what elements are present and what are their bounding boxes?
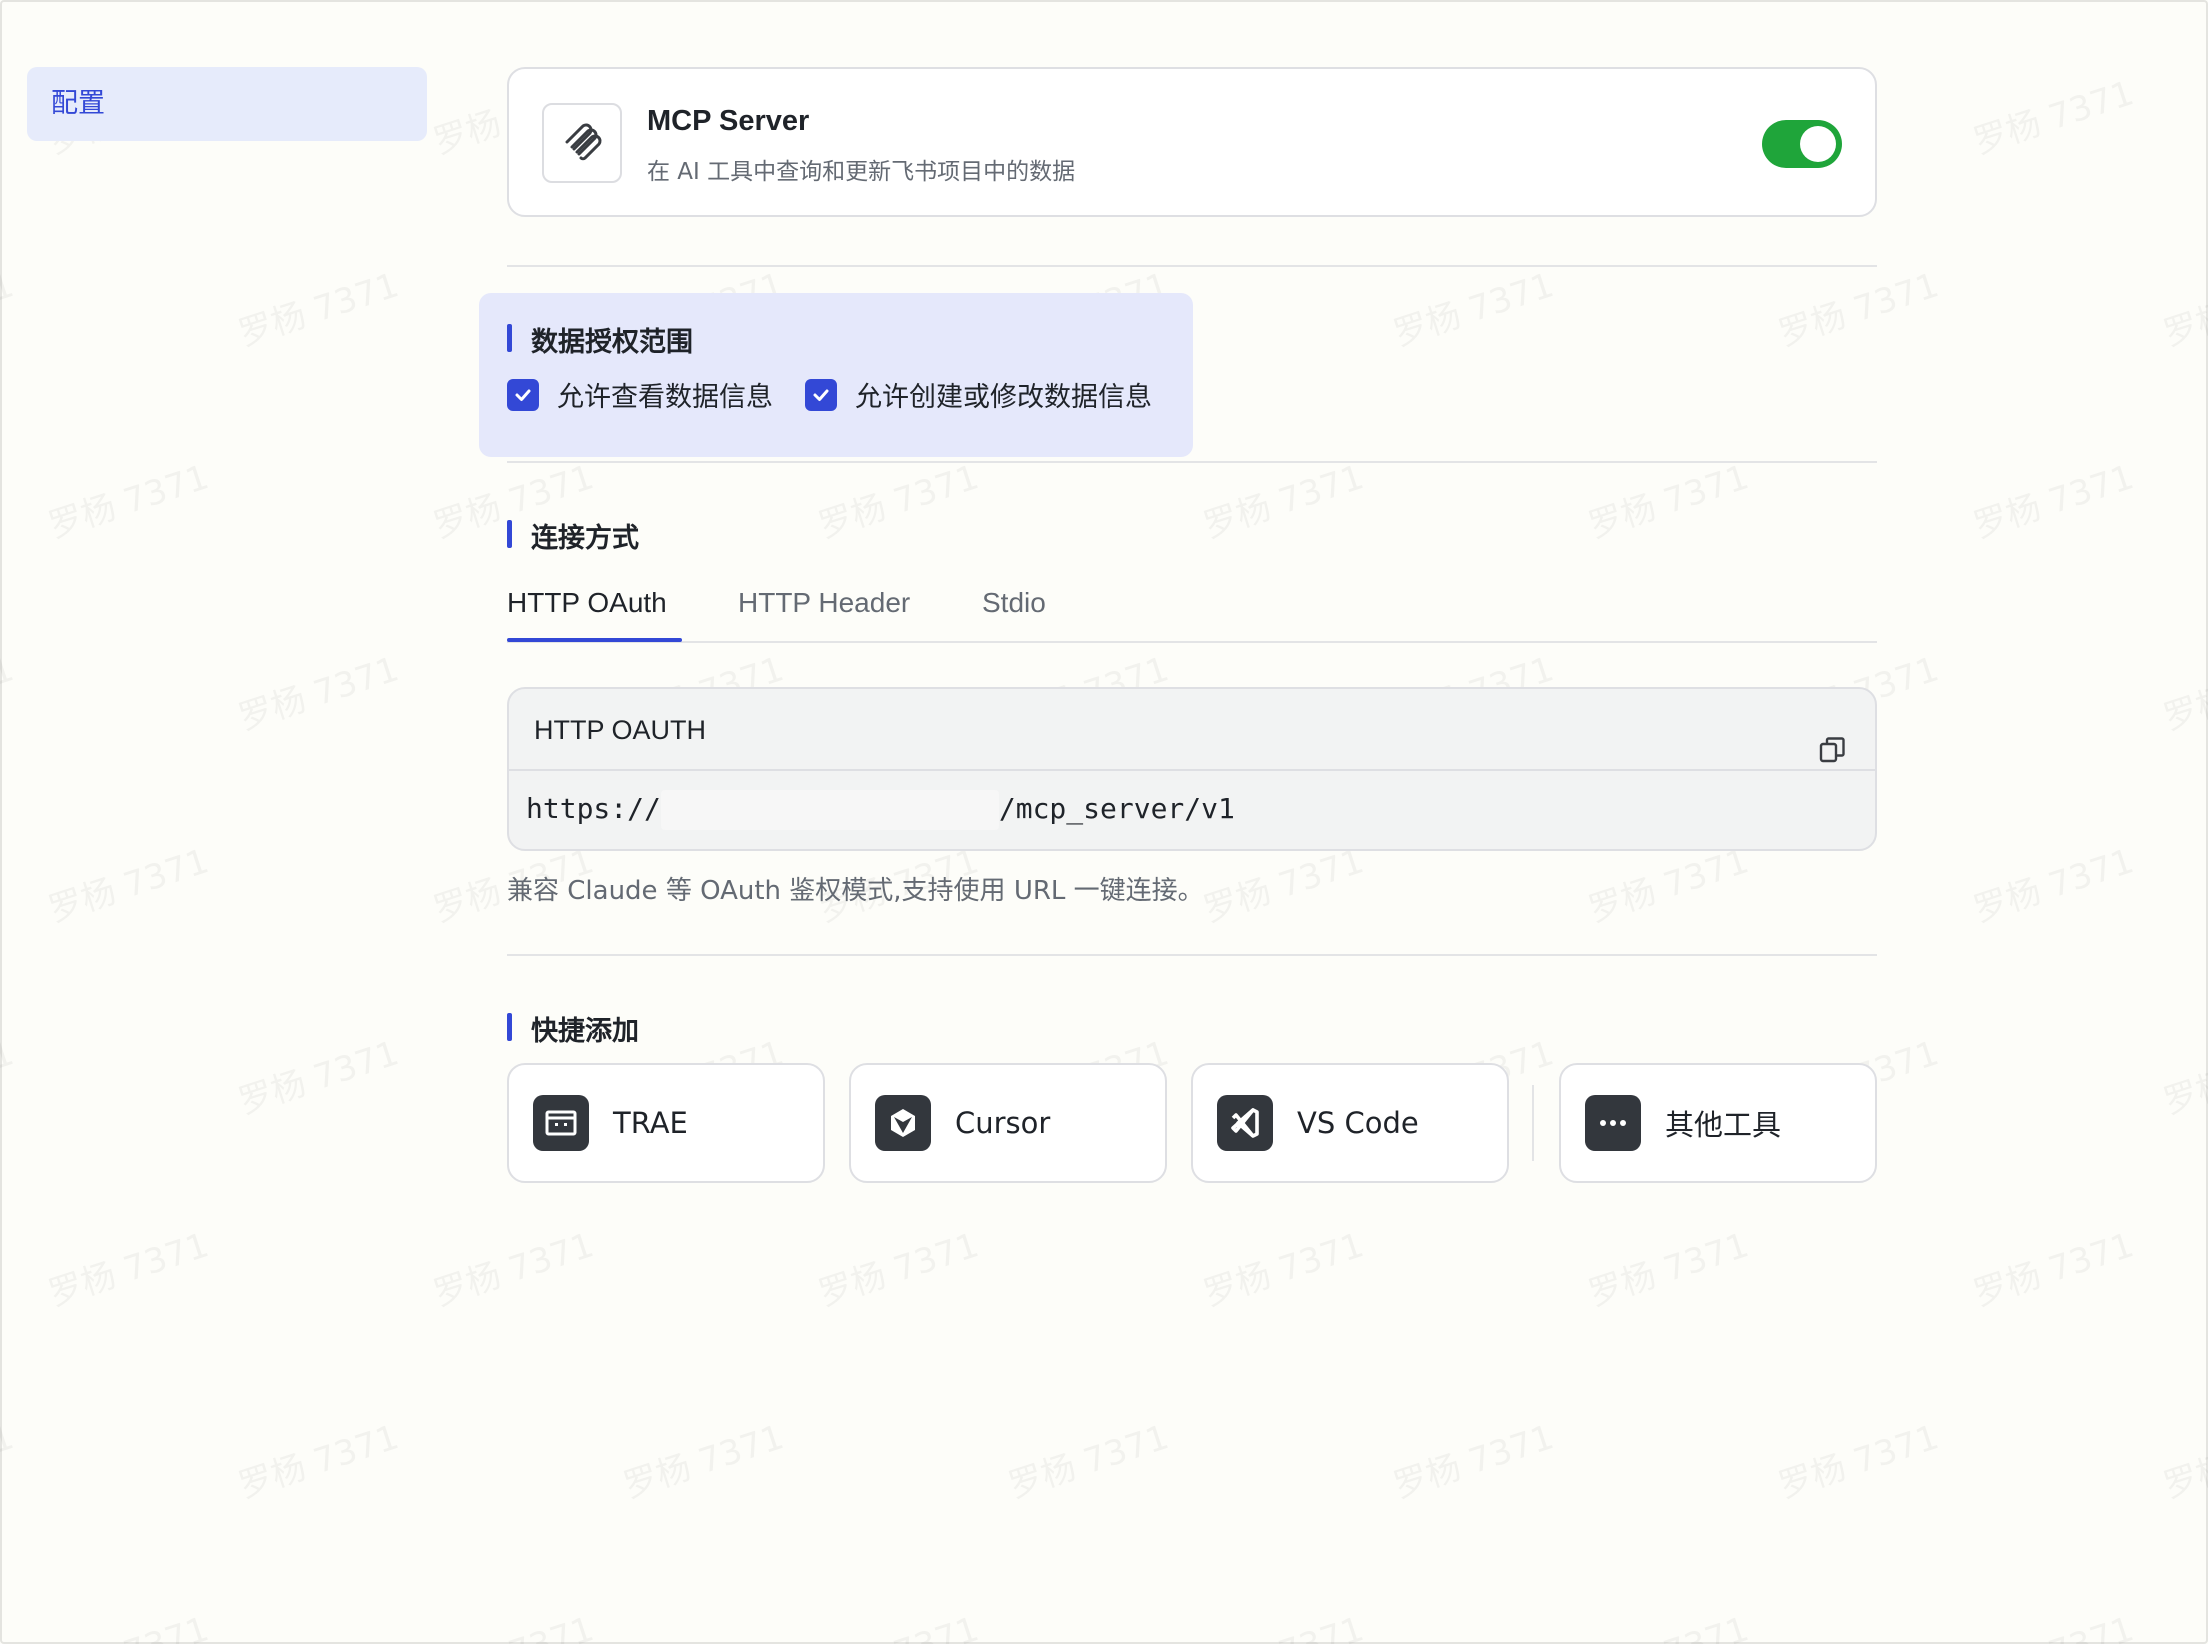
tool-label: TRAE	[613, 1106, 688, 1140]
checkbox-checked-icon[interactable]	[805, 378, 837, 411]
tool-label: VS Code	[1297, 1106, 1419, 1140]
checkbox-checked-icon[interactable]	[507, 378, 539, 411]
connection-tabs: HTTP OAuth HTTP Header Stdio	[507, 587, 1877, 643]
tool-label: 其他工具	[1665, 1108, 1782, 1142]
sidebar: 配置	[27, 67, 427, 141]
quick-add-section-title: 快捷添加	[507, 1009, 639, 1048]
checkbox-edit-data[interactable]: 允许创建或修改数据信息	[805, 375, 1152, 414]
main-content: MCP Server 在 AI 工具中查询和更新飞书项目中的数据 数据授权范围 …	[479, 67, 1877, 1183]
server-description: 在 AI 工具中查询和更新飞书项目中的数据	[647, 159, 1076, 185]
vscode-icon	[1217, 1095, 1273, 1151]
more-dots-icon	[1585, 1095, 1641, 1151]
tools-separator	[1532, 1085, 1534, 1161]
checkbox-label: 允许创建或修改数据信息	[855, 382, 1152, 413]
checkbox-view-data[interactable]: 允许查看数据信息	[507, 375, 773, 414]
copy-icon[interactable]	[1817, 715, 1847, 763]
divider	[507, 461, 1877, 463]
quick-add-vscode-button[interactable]: VS Code	[1191, 1063, 1509, 1183]
quick-add-cursor-button[interactable]: Cursor	[849, 1063, 1167, 1183]
divider	[507, 954, 1877, 956]
url-suffix: /mcp_server/v1	[998, 792, 1235, 825]
scope-options: 允许查看数据信息 允许创建或修改数据信息	[507, 375, 1152, 414]
sidebar-item-config[interactable]: 配置	[27, 67, 427, 141]
tab-http-oauth[interactable]: HTTP OAuth	[507, 587, 667, 619]
toggle-knob	[1800, 126, 1836, 162]
scope-section-title: 数据授权范围	[507, 320, 693, 359]
oauth-help-text: 兼容 Claude 等 OAuth 鉴权模式,支持使用 URL 一键连接。	[507, 876, 1204, 906]
cursor-icon	[875, 1095, 931, 1151]
redacted-host	[660, 790, 999, 830]
oauth-code-block: HTTP OAUTH https:// /mcp_server/v1	[507, 687, 1877, 851]
active-tab-indicator	[507, 638, 682, 642]
divider	[507, 265, 1877, 267]
tool-label: Cursor	[955, 1106, 1051, 1140]
trae-icon	[533, 1095, 589, 1151]
quick-add-trae-button[interactable]: TRAE	[507, 1063, 825, 1183]
mcp-server-card: MCP Server 在 AI 工具中查询和更新飞书项目中的数据	[507, 67, 1877, 217]
tab-stdio[interactable]: Stdio	[982, 587, 1046, 619]
code-block-header: HTTP OAUTH	[509, 689, 1875, 771]
server-enable-toggle[interactable]	[1762, 120, 1842, 168]
quick-add-other-button[interactable]: 其他工具	[1559, 1063, 1877, 1183]
mcp-logo-icon	[542, 103, 622, 183]
tab-http-header[interactable]: HTTP Header	[738, 587, 910, 619]
checkbox-label: 允许查看数据信息	[557, 382, 773, 413]
server-title: MCP Server	[647, 105, 810, 137]
connection-section-title: 连接方式	[507, 516, 639, 555]
url-prefix: https://	[526, 792, 661, 825]
oauth-url-text[interactable]: https:// /mcp_server/v1	[509, 771, 1875, 849]
quick-add-tools: TRAE Cursor VS Code 其他工具	[507, 1063, 1877, 1183]
code-block-title: HTTP OAUTH	[534, 715, 707, 745]
